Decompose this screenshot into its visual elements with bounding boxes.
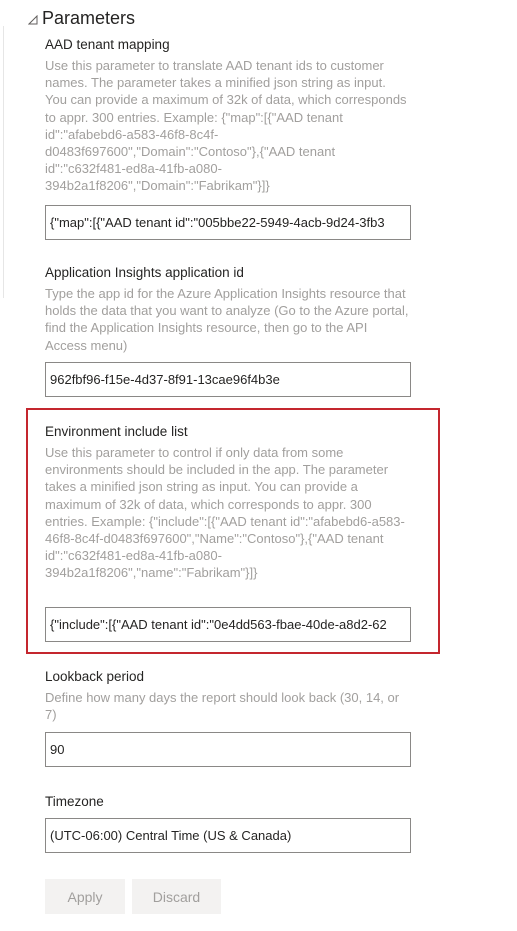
aad-tenant-mapping-section: AAD tenant mapping Use this parameter to… — [45, 36, 411, 195]
timezone-label: Timezone — [45, 794, 104, 809]
lookback-period-label: Lookback period — [45, 669, 145, 684]
pane-divider — [3, 26, 4, 298]
environment-include-description: Use this parameter to control if only da… — [45, 445, 405, 581]
environment-include-section: Environment include list Use this parame… — [45, 423, 411, 582]
timezone-value: (UTC-06:00) Central Time (US & Canada) — [50, 828, 292, 843]
environment-include-value: {"include":[{"AAD tenant id":"0e4dd563-f… — [50, 617, 387, 632]
aad-tenant-mapping-value: {"map":[{"AAD tenant id":"005bbe22-5949-… — [50, 215, 385, 230]
lookback-period-description: Define how many days the report should l… — [45, 690, 400, 723]
timezone-section: Timezone — [45, 793, 411, 811]
lookback-period-section: Lookback period Define how many days the… — [45, 668, 411, 723]
apply-button[interactable]: Apply — [45, 879, 125, 914]
collapse-triangle-icon[interactable] — [28, 14, 38, 25]
environment-include-label: Environment include list — [45, 424, 188, 439]
parameters-pane: Parameters AAD tenant mapping Use this p… — [0, 0, 517, 931]
discard-button[interactable]: Discard — [132, 879, 221, 914]
app-insights-value: 962fbf96-f15e-4d37-8f91-13cae96f4b3e — [50, 372, 280, 387]
timezone-input[interactable]: (UTC-06:00) Central Time (US & Canada) — [45, 818, 411, 853]
parameters-header[interactable]: Parameters — [28, 8, 135, 29]
app-insights-input[interactable]: 962fbf96-f15e-4d37-8f91-13cae96f4b3e — [45, 362, 411, 397]
page-title: Parameters — [42, 8, 136, 28]
aad-tenant-mapping-input[interactable]: {"map":[{"AAD tenant id":"005bbe22-5949-… — [45, 205, 411, 240]
aad-tenant-mapping-description: Use this parameter to translate AAD tena… — [45, 58, 407, 194]
app-insights-label: Application Insights application id — [45, 265, 244, 280]
app-insights-description: Type the app id for the Azure Applicatio… — [45, 286, 409, 353]
lookback-period-value: 90 — [50, 742, 65, 757]
lookback-period-input[interactable]: 90 — [45, 732, 411, 767]
environment-include-input[interactable]: {"include":[{"AAD tenant id":"0e4dd563-f… — [45, 607, 411, 642]
aad-tenant-mapping-label: AAD tenant mapping — [45, 37, 170, 52]
app-insights-section: Application Insights application id Type… — [45, 264, 411, 354]
